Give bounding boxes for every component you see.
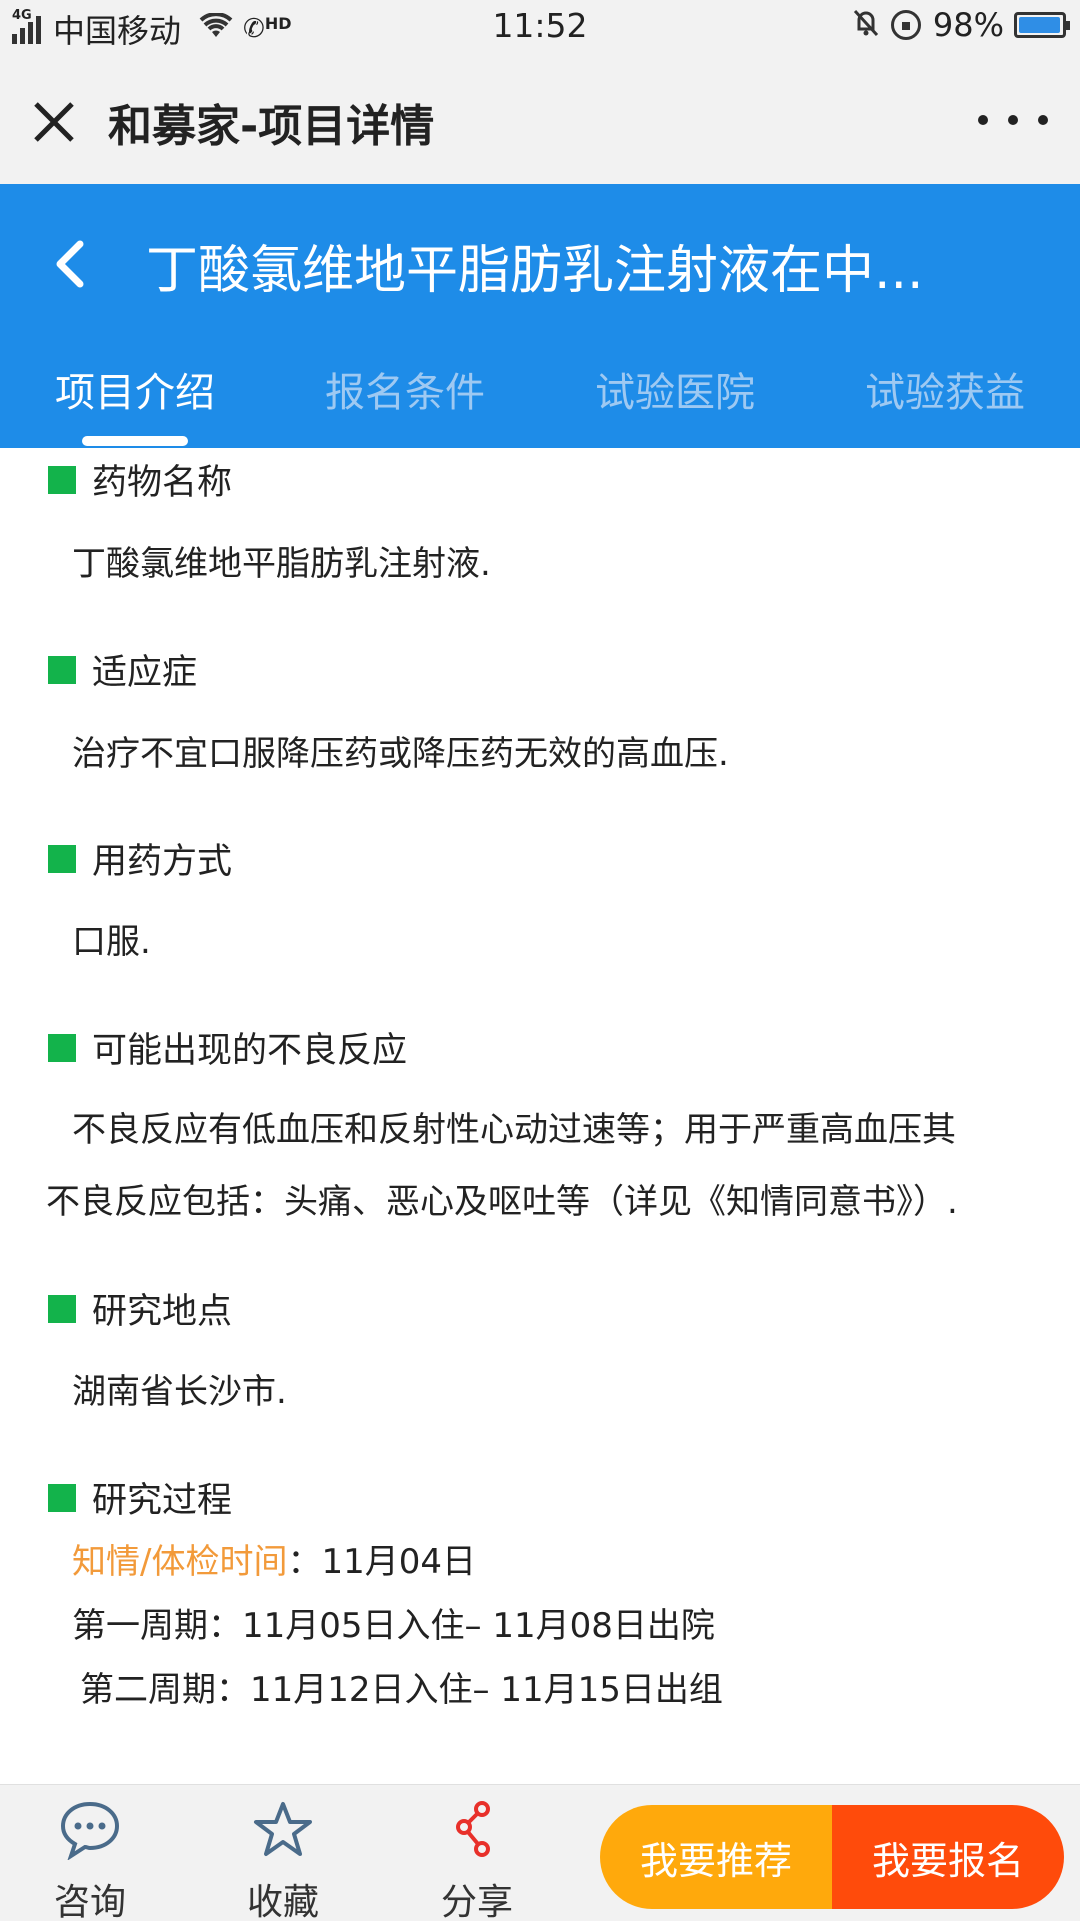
administration-text: 口服.: [72, 922, 151, 962]
section-marker-icon: [48, 844, 76, 873]
consent-time-label: 知情/体检时间: [72, 1542, 288, 1582]
close-button[interactable]: [28, 96, 84, 152]
section-title-administration: 用药方式: [92, 842, 233, 882]
section-marker-icon: [48, 1033, 76, 1062]
period-1-row: 第一周期：11月05日入住– 11月08日出院: [72, 1606, 715, 1646]
location-text: 湖南省长沙市.: [72, 1372, 287, 1412]
favorite-label: 收藏: [246, 1882, 319, 1923]
share-icon: [417, 1797, 537, 1863]
app-title: 和募家-项目详情: [108, 101, 435, 152]
battery-percent: 98%: [932, 6, 1004, 44]
consent-time-value: ：11月04日: [287, 1542, 476, 1582]
section-marker-icon: [48, 655, 76, 684]
period-2-row: 第二周期：11月12日入住– 11月15日出组: [80, 1670, 723, 1710]
section-heading: 可能出现的不良反应: [48, 1022, 407, 1073]
adverse-reactions-line: 不良反应有低血压和反射性心动过速等；用于严重高血压其: [72, 1110, 956, 1150]
share-label: 分享: [440, 1882, 513, 1923]
section-title-drug-name: 药物名称: [92, 463, 233, 503]
tab-bar: 项目介绍 报名条件 试验医院 试验获益: [0, 356, 1080, 448]
more-dot-icon: [1008, 115, 1018, 125]
section-marker-icon: [48, 1483, 76, 1512]
star-icon: [223, 1797, 343, 1863]
section-marker-icon: [48, 1294, 76, 1323]
adverse-reactions-line: 不良反应包括：头痛、恶心及呕吐等（详见《知情同意书》）.: [46, 1182, 958, 1222]
section-title-adverse-reactions: 可能出现的不良反应: [92, 1031, 408, 1071]
active-tab-indicator: [82, 436, 188, 446]
more-options-button[interactable]: [978, 100, 1048, 140]
page-title: 丁酸氯维地平脂肪乳注射液在中...: [146, 241, 924, 301]
section-heading: 用药方式: [48, 833, 232, 884]
process-text: 知情/体检时间：11月04日 第一周期：11月05日入住– 11月08日出院 第…: [46, 1530, 1072, 1722]
more-dot-icon: [978, 115, 988, 125]
consult-label: 咨询: [53, 1882, 126, 1923]
consult-button[interactable]: 咨询: [30, 1797, 150, 1925]
page-header: 丁酸氯维地平脂肪乳注射液在中... 项目介绍 报名条件 试验医院 试验获益: [0, 184, 1080, 448]
signup-button[interactable]: 我要报名: [832, 1805, 1064, 1909]
tab-benefits[interactable]: 试验获益: [815, 360, 1075, 418]
status-bar: 4G 中国移动 ✆HD 11:52 98%: [0, 0, 1080, 56]
section-heading: 适应症: [48, 644, 197, 695]
close-icon: [34, 102, 74, 142]
recommend-button[interactable]: 我要推荐: [600, 1805, 832, 1909]
chevron-left-icon: [56, 240, 84, 288]
section-title-process: 研究过程: [92, 1481, 233, 1521]
consent-time-row: 知情/体检时间：11月04日: [72, 1530, 1072, 1594]
tab-hospitals[interactable]: 试验医院: [545, 360, 805, 418]
more-dot-icon: [1038, 115, 1048, 125]
app-header: 和募家-项目详情: [0, 56, 1080, 184]
share-button[interactable]: 分享: [417, 1797, 537, 1925]
favorite-button[interactable]: 收藏: [223, 1797, 343, 1925]
battery-fill: [1019, 17, 1061, 33]
tab-project-intro[interactable]: 项目介绍: [5, 360, 265, 418]
section-title-indication: 适应症: [92, 653, 198, 693]
section-heading: 研究过程: [48, 1472, 232, 1523]
tab-eligibility[interactable]: 报名条件: [275, 360, 535, 418]
back-button[interactable]: [46, 234, 96, 294]
indication-text: 治疗不宜口服降压药或降压药无效的高血压.: [72, 734, 729, 774]
section-heading: 研究地点: [48, 1283, 232, 1334]
section-heading: 药物名称: [48, 454, 232, 505]
drug-name-text: 丁酸氯维地平脂肪乳注射液.: [72, 544, 491, 584]
rotation-lock-icon: [890, 10, 921, 40]
mute-bell-icon: [851, 7, 881, 44]
bottom-action-bar: 咨询 收藏 分享 我要推荐 我要报名: [0, 1784, 1080, 1923]
adverse-reactions-text: 不良反应有低血压和反射性心动过速等；用于严重高血压其 不良反应包括：头痛、恶心及…: [46, 1094, 1046, 1238]
battery-icon: [1014, 12, 1070, 38]
section-marker-icon: [48, 465, 76, 494]
chat-bubble-icon: [30, 1797, 150, 1863]
section-title-location: 研究地点: [92, 1292, 233, 1332]
